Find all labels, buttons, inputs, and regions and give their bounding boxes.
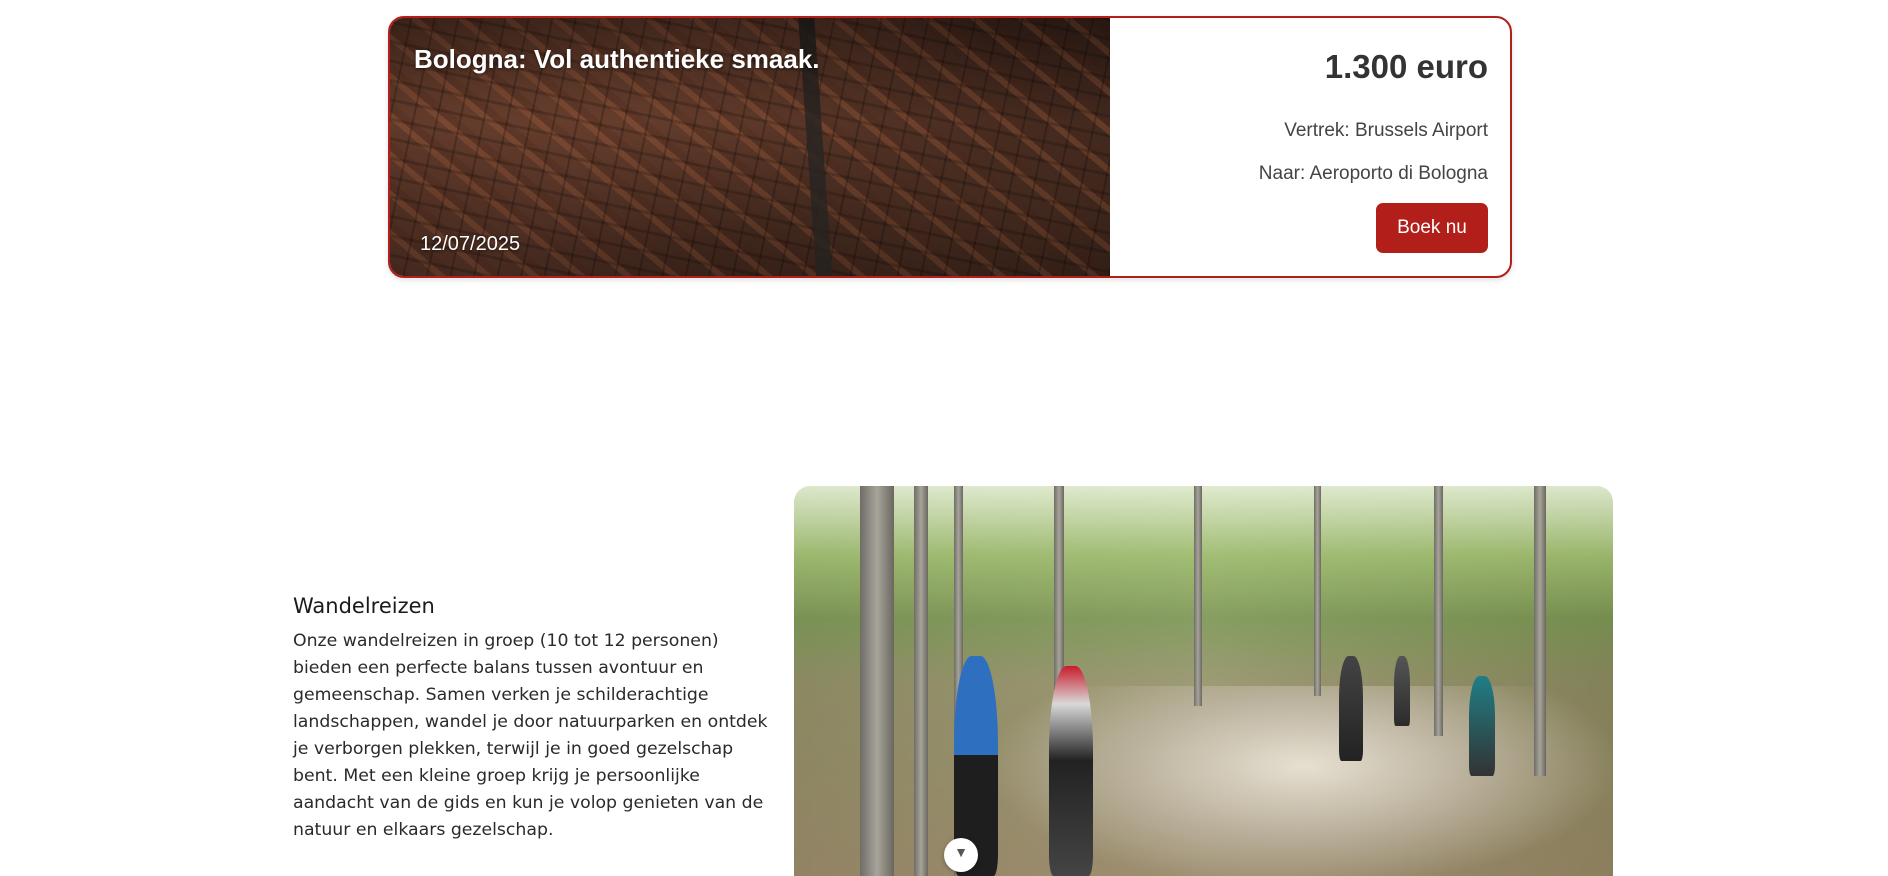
- hiker-figure: [1049, 666, 1093, 876]
- tree-trunk: [914, 486, 928, 876]
- hiking-description: Onze wandelreizen in groep (10 tot 12 pe…: [293, 631, 768, 840]
- tree-trunk: [1314, 486, 1321, 696]
- tree-trunk: [860, 486, 894, 876]
- hiker-figure: [1469, 676, 1495, 776]
- tree-trunk: [1194, 486, 1202, 706]
- tree-trunk: [1534, 486, 1546, 776]
- tree-trunk: [1434, 486, 1443, 736]
- trip-card: Bologna: Vol authentieke smaak. 12/07/20…: [388, 16, 1512, 278]
- trip-info: 1.300 euro Vertrek: Brussels Airport Naa…: [1110, 18, 1510, 276]
- hiking-heading: Wandelreizen: [293, 594, 435, 618]
- hiking-photo: [794, 486, 1613, 876]
- trip-destination: Naar: Aeroporto di Bologna: [1258, 163, 1488, 184]
- trip-title: Bologna: Vol authentieke smaak.: [414, 44, 820, 74]
- trip-image-bologna: Bologna: Vol authentieke smaak. 12/07/20…: [390, 18, 1110, 276]
- chevron-down-icon[interactable]: ▼: [944, 838, 978, 872]
- hiking-section-text: Wandelreizen Onze wandelreizen in groep …: [293, 594, 777, 844]
- hiker-figure: [1339, 656, 1363, 761]
- trip-price: 1.300 euro: [1324, 48, 1488, 85]
- hiker-figure: [1394, 656, 1410, 726]
- book-now-button[interactable]: Boek nu: [1376, 203, 1488, 253]
- trip-departure: Vertrek: Brussels Airport: [1284, 120, 1488, 141]
- trip-date: 12/07/2025: [420, 233, 521, 255]
